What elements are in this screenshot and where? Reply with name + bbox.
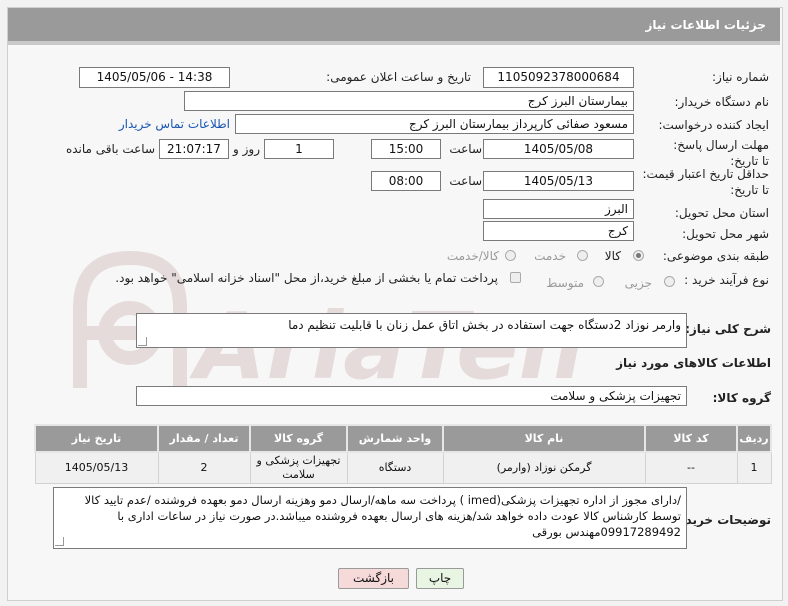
remaining-time-field[interactable]: 21:07:17 [159, 139, 229, 159]
days-label: روز و [233, 142, 260, 156]
process-radio-medium[interactable] [593, 276, 604, 287]
col-name: نام کالا [442, 424, 646, 453]
goods-group-field[interactable]: تجهیزات پزشکی و سلامت [136, 386, 687, 406]
cell-unit: دستگاه [346, 451, 444, 484]
cell-quantity: 2 [157, 451, 251, 484]
remaining-label: ساعت باقی مانده [65, 142, 155, 156]
city-label: شهر محل تحویل: [682, 227, 769, 241]
need-number-field[interactable]: 1105092378000684 [483, 67, 634, 88]
deadline-label: مهلت ارسال پاسخ: تا تاریخ: [673, 138, 769, 168]
creator-field[interactable]: مسعود صفائی کارپرداز بیمارستان البرز کرج [235, 114, 634, 134]
page-title: جزئیات اطلاعات نیاز [645, 18, 766, 32]
validity-date-field[interactable]: 1405/05/13 [483, 171, 634, 191]
back-button[interactable]: بازگشت [338, 568, 409, 589]
goods-group-label: گروه کالا: [712, 391, 771, 405]
goods-section-title: اطلاعات کالاهای مورد نیاز [616, 356, 771, 370]
deadline-time-field[interactable]: 15:00 [371, 139, 441, 159]
category-option-goods: کالا [604, 249, 621, 263]
resize-handle[interactable] [138, 337, 147, 346]
cell-date: 1405/05/13 [34, 451, 159, 484]
buyer-org-field[interactable]: بیمارستان البرز کرج [184, 91, 634, 111]
validity-time-label: ساعت [449, 174, 482, 188]
col-date: تاریخ نیاز [34, 424, 159, 453]
col-unit: واحد شمارش [346, 424, 444, 453]
cell-group: تجهیزات پزشکی و سلامت [249, 451, 348, 484]
col-quantity: تعداد / مقدار [157, 424, 251, 453]
cell-name: گرمکن نوزاد (وارمر) [442, 451, 646, 484]
treasury-payment-checkbox[interactable] [510, 272, 521, 283]
category-option-goods-service: کالا/خدمت [446, 249, 499, 263]
process-option-medium: متوسط [546, 276, 584, 290]
city-field[interactable]: کرج [483, 221, 634, 241]
category-radio-service[interactable] [577, 250, 588, 261]
announce-field[interactable]: 1405/05/06 - 14:38 [79, 67, 230, 88]
cell-row: 1 [736, 451, 772, 484]
deadline-time-label: ساعت [449, 142, 482, 156]
category-label: طبقه بندی موضوعی: [662, 249, 769, 263]
goods-table-header: ردیف کد کالا نام کالا واحد شمارش گروه کا… [34, 424, 772, 453]
table-row[interactable]: 1 -- گرمکن نوزاد (وارمر) دستگاه تجهیزات … [34, 451, 772, 484]
col-group: گروه کالا [249, 424, 348, 453]
col-code: کد کالا [644, 424, 738, 453]
validity-time-field[interactable]: 08:00 [371, 171, 441, 191]
announce-label: تاریخ و ساعت اعلان عمومی: [326, 70, 471, 84]
buyer-org-label: نام دستگاه خریدار: [674, 95, 770, 109]
cell-code: -- [644, 451, 738, 484]
col-row: ردیف [736, 424, 772, 453]
buyer-notes-field[interactable]: /دارای مجوز از اداره تجهیزات پزشکی(imed … [53, 487, 687, 549]
category-radio-goods[interactable] [633, 250, 644, 261]
deadline-date-field[interactable]: 1405/05/08 [483, 139, 634, 159]
header-bar: جزئیات اطلاعات نیاز [8, 8, 780, 45]
province-field[interactable]: البرز [483, 199, 634, 219]
category-radio-goods-service[interactable] [505, 250, 516, 261]
print-button[interactable]: چاپ [416, 568, 464, 589]
payment-note: پرداخت تمام یا بخشی از مبلغ خرید،از محل … [115, 271, 498, 285]
description-label: شرح کلی نیاز: [685, 322, 771, 336]
days-field[interactable]: 1 [264, 139, 334, 159]
description-field[interactable]: وارمر نوزاد 2دستگاه جهت استفاده در بخش ا… [136, 313, 687, 348]
process-option-minor: جزیی [624, 276, 652, 290]
creator-label: ایجاد کننده درخواست: [658, 118, 769, 132]
validity-label: حداقل تاریخ اعتبار قیمت: تا تاریخ: [642, 167, 769, 197]
notes-resize-handle[interactable] [55, 537, 64, 546]
province-label: استان محل تحویل: [674, 206, 769, 220]
category-option-service: خدمت [534, 249, 566, 263]
need-number-label: شماره نیاز: [712, 70, 769, 84]
contact-buyer-link[interactable]: اطلاعات تماس خریدار [119, 117, 230, 131]
goods-table: ردیف کد کالا نام کالا واحد شمارش گروه کا… [34, 424, 772, 484]
process-radio-minor[interactable] [664, 276, 675, 287]
process-label: نوع فرآیند خرید : [684, 273, 769, 287]
